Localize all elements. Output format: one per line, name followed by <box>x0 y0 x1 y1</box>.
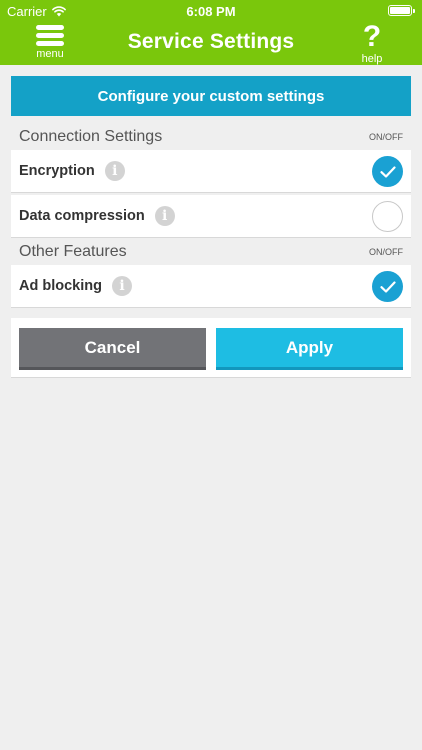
status-bar: Carrier 6:08 PM <box>0 0 422 22</box>
help-icon: ? <box>362 20 382 53</box>
setting-label: Encryption <box>19 163 95 179</box>
setting-label: Data compression <box>19 208 145 224</box>
info-icon[interactable]: i <box>111 276 132 296</box>
status-time: 6:08 PM <box>186 4 236 19</box>
section-title: Other Features <box>19 243 127 260</box>
info-icon[interactable]: i <box>154 206 175 226</box>
banner-text: Configure your custom settings <box>97 87 325 105</box>
battery-fill <box>390 7 410 14</box>
app-header: Carrier 6:08 PM menu Service Settings ? … <box>0 0 422 65</box>
onoff-label: ON/OFF <box>369 247 403 257</box>
setting-label: Ad blocking <box>19 278 102 294</box>
info-icon[interactable]: i <box>104 161 125 181</box>
setting-row-encryption: Encryption i <box>11 150 411 193</box>
section-header-connection: Connection Settings ON/OFF <box>11 126 411 148</box>
ad-blocking-toggle[interactable] <box>372 271 403 302</box>
help-button[interactable]: ? help <box>352 20 392 66</box>
nav-bar: menu Service Settings ? help <box>0 22 422 65</box>
battery-icon <box>388 5 415 16</box>
encryption-toggle[interactable] <box>372 156 403 187</box>
onoff-label: ON/OFF <box>369 132 403 142</box>
cancel-button[interactable]: Cancel <box>19 328 206 370</box>
help-label: help <box>361 53 383 65</box>
section-title: Connection Settings <box>19 128 163 145</box>
setting-row-data-compression: Data compression i <box>11 195 411 238</box>
action-bar: Cancel Apply <box>11 318 411 378</box>
configure-banner: Configure your custom settings <box>11 76 411 116</box>
checkmark-icon <box>379 280 396 293</box>
section-header-other: Other Features ON/OFF <box>11 241 411 263</box>
apply-button[interactable]: Apply <box>216 328 403 370</box>
setting-row-ad-blocking: Ad blocking i <box>11 265 411 308</box>
data-compression-toggle[interactable] <box>372 201 403 232</box>
checkmark-icon <box>379 165 396 178</box>
